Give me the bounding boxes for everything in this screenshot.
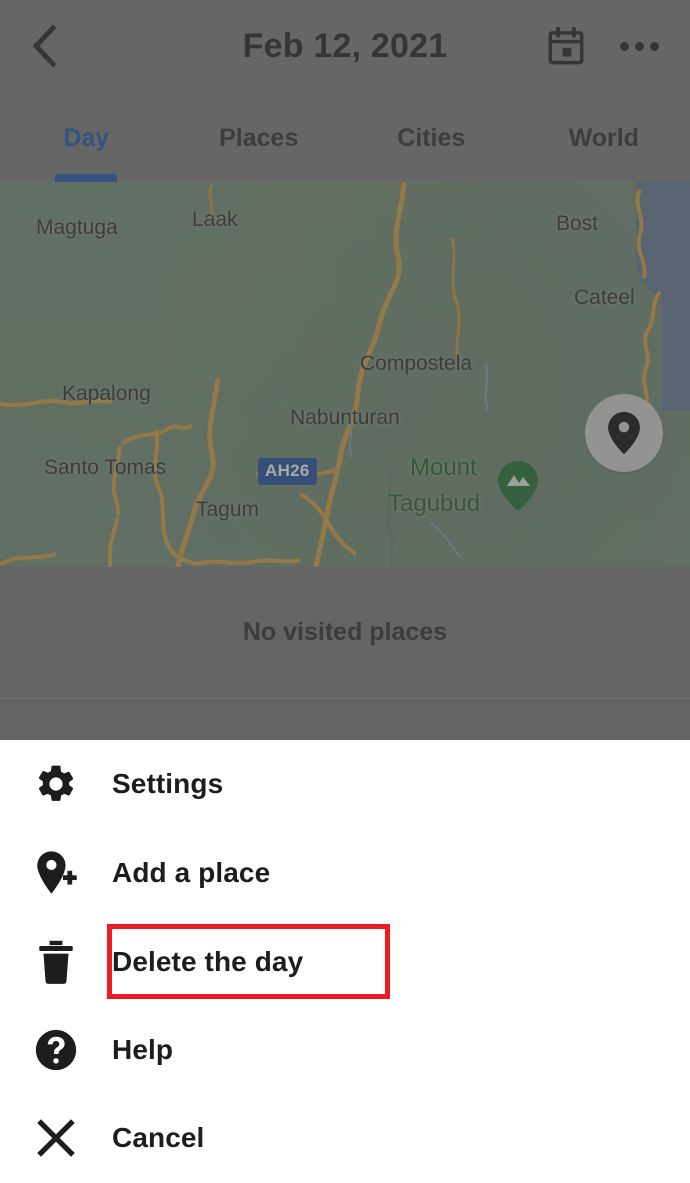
divider (0, 698, 690, 699)
more-options-icon (649, 41, 659, 51)
map-label: Nabunturan (290, 406, 400, 429)
app-header: Feb 12, 2021 (0, 0, 690, 110)
bottom-sheet-menu: Settings Add a place Delete the day Help… (0, 740, 690, 1183)
tab-label: Day (63, 124, 110, 152)
menu-item-settings[interactable]: Settings (0, 740, 690, 828)
overflow-menu-button[interactable] (610, 18, 668, 74)
more-options-icon (619, 41, 629, 51)
menu-item-label: Delete the day (112, 946, 304, 977)
map-label: Kapalong (62, 382, 151, 405)
map-label: Santo Tomas (44, 456, 167, 479)
active-tab-indicator (55, 174, 118, 182)
map-label: Magtuga (36, 216, 118, 239)
menu-item-delete-the-day[interactable]: Delete the day (0, 918, 690, 1006)
map-label: Bost (556, 212, 599, 235)
tab-day[interactable]: Day (0, 110, 173, 182)
add-place-pin-icon (0, 850, 112, 896)
map-label: Laak (192, 208, 238, 231)
calendar-icon (548, 26, 584, 65)
tab-label: Cities (397, 124, 466, 152)
tab-label: Places (219, 124, 299, 152)
menu-item-cancel[interactable]: Cancel (0, 1094, 690, 1182)
map-view[interactable]: Magtuga Laak Bost Cateel Compostela Kapa… (0, 182, 690, 567)
app-screen: Feb 12, 2021 Day Places Cities World Mag… (0, 0, 690, 1183)
map-label: Cateel (574, 286, 635, 309)
my-location-button[interactable] (585, 394, 663, 472)
background-app: Feb 12, 2021 Day Places Cities World Mag… (0, 0, 690, 740)
empty-state-text: No visited places (242, 618, 448, 646)
menu-item-label: Cancel (112, 1122, 205, 1153)
park-label-line2: Tagubud (388, 490, 481, 517)
map-pin-icon (608, 411, 640, 455)
map-label: Compostela (360, 352, 473, 375)
more-options-icon (634, 41, 644, 51)
menu-item-add-a-place[interactable]: Add a place (0, 829, 690, 917)
close-x-icon (0, 1117, 112, 1159)
calendar-button[interactable] (538, 18, 594, 74)
menu-item-label: Add a place (112, 857, 271, 888)
tab-world[interactable]: World (518, 110, 690, 182)
tab-label: World (568, 124, 639, 152)
map-label: Tagum (196, 498, 260, 521)
visited-places-panel: No visited places (0, 567, 690, 740)
mountain-park-pin-icon (496, 460, 540, 512)
highway-shield: AH26 (258, 458, 317, 485)
tab-places[interactable]: Places (173, 110, 346, 182)
menu-item-help[interactable]: Help (0, 1006, 690, 1094)
tab-cities[interactable]: Cities (345, 110, 518, 182)
trash-icon (0, 939, 112, 985)
help-circle-icon (0, 1028, 112, 1072)
tab-bar: Day Places Cities World (0, 110, 690, 182)
gear-icon (0, 762, 112, 806)
menu-item-label: Settings (112, 768, 224, 799)
menu-item-label: Help (112, 1034, 174, 1065)
park-label-line1: Mount (410, 454, 477, 481)
